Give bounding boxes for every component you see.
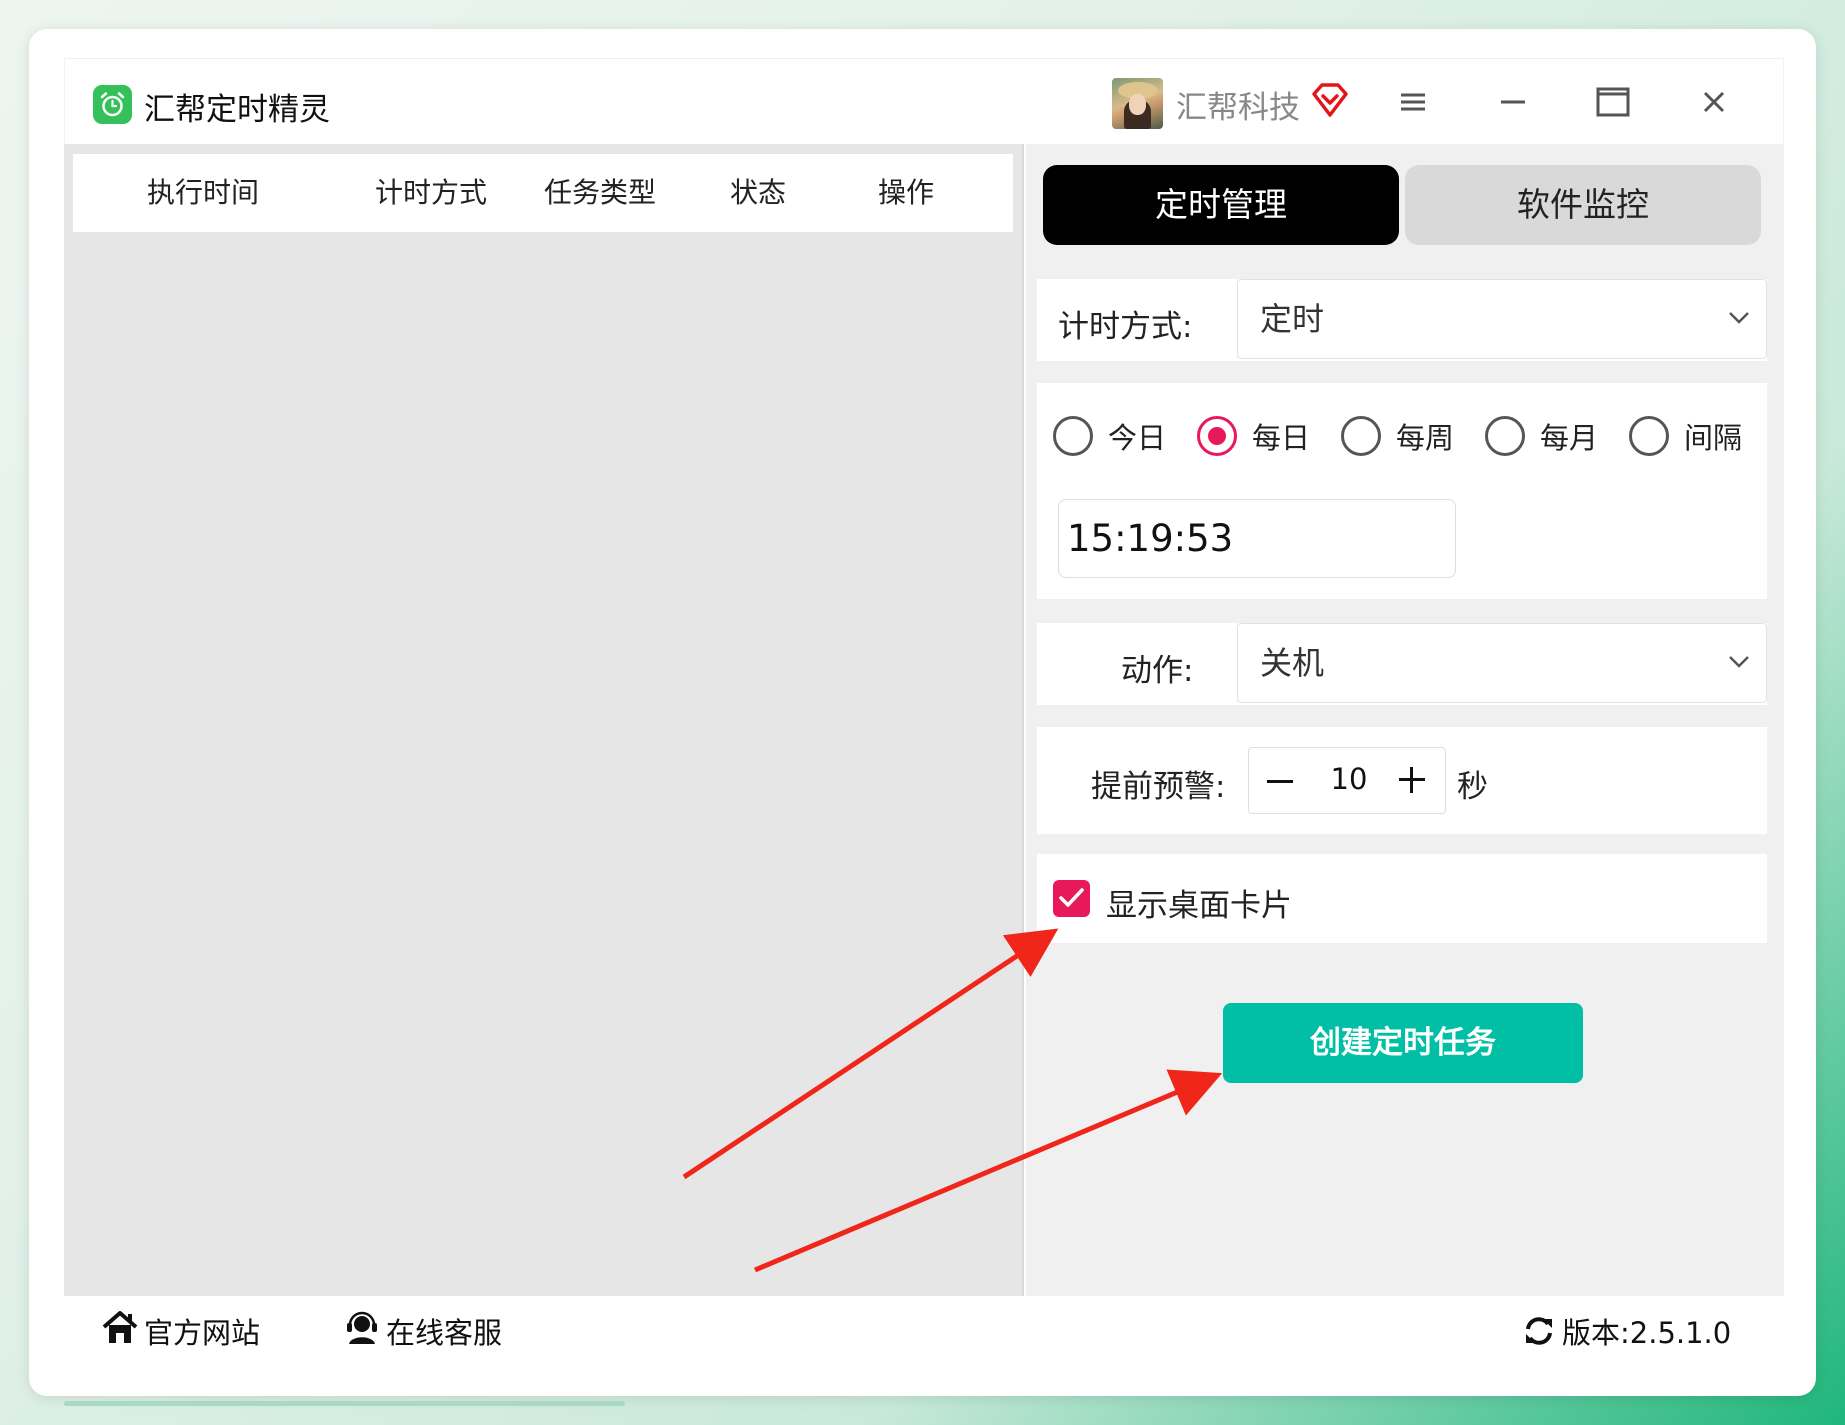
alarm-clock-icon	[93, 85, 132, 124]
maximize-icon[interactable]	[1591, 80, 1635, 124]
chevron-down-icon	[1728, 654, 1750, 673]
status-bar: 官方网站 在线客服 版本:2.5.1.0	[64, 1296, 1784, 1363]
time-input[interactable]: 15:19:53	[1058, 499, 1456, 578]
create-task-button[interactable]: 创建定时任务	[1223, 1003, 1583, 1083]
repeat-settings-card: 今日 每日 每周 每月 间隔 15:19:53	[1037, 383, 1767, 599]
show-desktop-card-row: 显示桌面卡片	[1037, 854, 1767, 943]
action-label: 动作:	[1121, 653, 1194, 689]
decrement-button[interactable]	[1267, 770, 1293, 794]
close-icon[interactable]	[1692, 80, 1736, 124]
title-bar: 汇帮定时精灵 汇帮科技	[64, 58, 1784, 144]
column-header-actions: 操作	[877, 176, 934, 209]
headset-support-icon[interactable]	[345, 1311, 379, 1349]
avatar[interactable]	[1112, 78, 1163, 129]
settings-panel: 定时管理 软件监控 计时方式: 定时 今日 每日 每周 每月 间隔 15:19:…	[1026, 144, 1783, 1296]
column-header-timing-mode: 计时方式	[374, 176, 487, 209]
increment-button[interactable]	[1399, 767, 1425, 793]
column-header-status: 状态	[729, 176, 786, 209]
radio-circle	[1053, 416, 1093, 456]
minimize-icon[interactable]	[1491, 80, 1535, 124]
chevron-down-icon	[1728, 310, 1750, 329]
timing-mode-row: 计时方式: 定时	[1037, 279, 1767, 361]
timing-mode-value: 定时	[1260, 300, 1325, 338]
user-name[interactable]: 汇帮科技	[1176, 82, 1300, 127]
show-desktop-card-checkbox[interactable]	[1053, 880, 1090, 917]
action-value: 关机	[1260, 644, 1325, 682]
online-support-link[interactable]: 在线客服	[386, 1310, 502, 1352]
version-label: 版本:2.5.1.0	[1562, 1316, 1732, 1350]
radio-label-interval: 间隔	[1684, 421, 1743, 455]
horizontal-scrollbar[interactable]	[64, 1401, 625, 1406]
radio-circle	[1341, 416, 1381, 456]
timing-mode-select[interactable]: 定时	[1237, 279, 1767, 359]
timing-mode-label: 计时方式:	[1058, 309, 1193, 345]
radio-label-monthly: 每月	[1540, 421, 1599, 455]
column-header-task-type: 任务类型	[543, 176, 656, 209]
tab-schedule-management[interactable]: 定时管理	[1043, 165, 1399, 245]
diamond-vip-icon[interactable]	[1312, 83, 1348, 121]
radio-circle	[1485, 416, 1525, 456]
advance-warning-unit: 秒	[1457, 769, 1488, 805]
tab-software-monitor[interactable]: 软件监控	[1405, 165, 1761, 245]
advance-warning-row: 提前预警: 10 秒	[1037, 727, 1767, 834]
show-desktop-card-label[interactable]: 显示桌面卡片	[1106, 880, 1292, 925]
home-icon[interactable]	[102, 1311, 138, 1349]
official-website-link[interactable]: 官方网站	[144, 1310, 260, 1352]
action-select[interactable]: 关机	[1237, 623, 1767, 703]
action-row: 动作: 关机	[1037, 623, 1767, 705]
repeat-radio-group: 今日 每日 每周 每月 间隔	[1037, 407, 1767, 467]
advance-warning-label: 提前预警:	[1091, 769, 1226, 805]
task-table-header: 执行时间 计时方式 任务类型 状态 操作	[73, 154, 1013, 232]
advance-warning-stepper: 10	[1248, 747, 1446, 814]
task-list-panel: 执行时间 计时方式 任务类型 状态 操作	[64, 144, 1024, 1296]
radio-label-today: 今日	[1108, 421, 1167, 455]
hamburger-menu-icon[interactable]	[1391, 80, 1435, 124]
column-header-exec-time: 执行时间	[146, 176, 259, 209]
radio-circle-selected	[1197, 416, 1237, 456]
refresh-icon[interactable]	[1523, 1315, 1555, 1351]
radio-label-weekly: 每周	[1396, 421, 1455, 455]
radio-circle	[1629, 416, 1669, 456]
app-title: 汇帮定时精灵	[144, 92, 330, 128]
advance-warning-value[interactable]: 10	[1309, 762, 1389, 796]
radio-label-daily: 每日	[1252, 421, 1311, 455]
